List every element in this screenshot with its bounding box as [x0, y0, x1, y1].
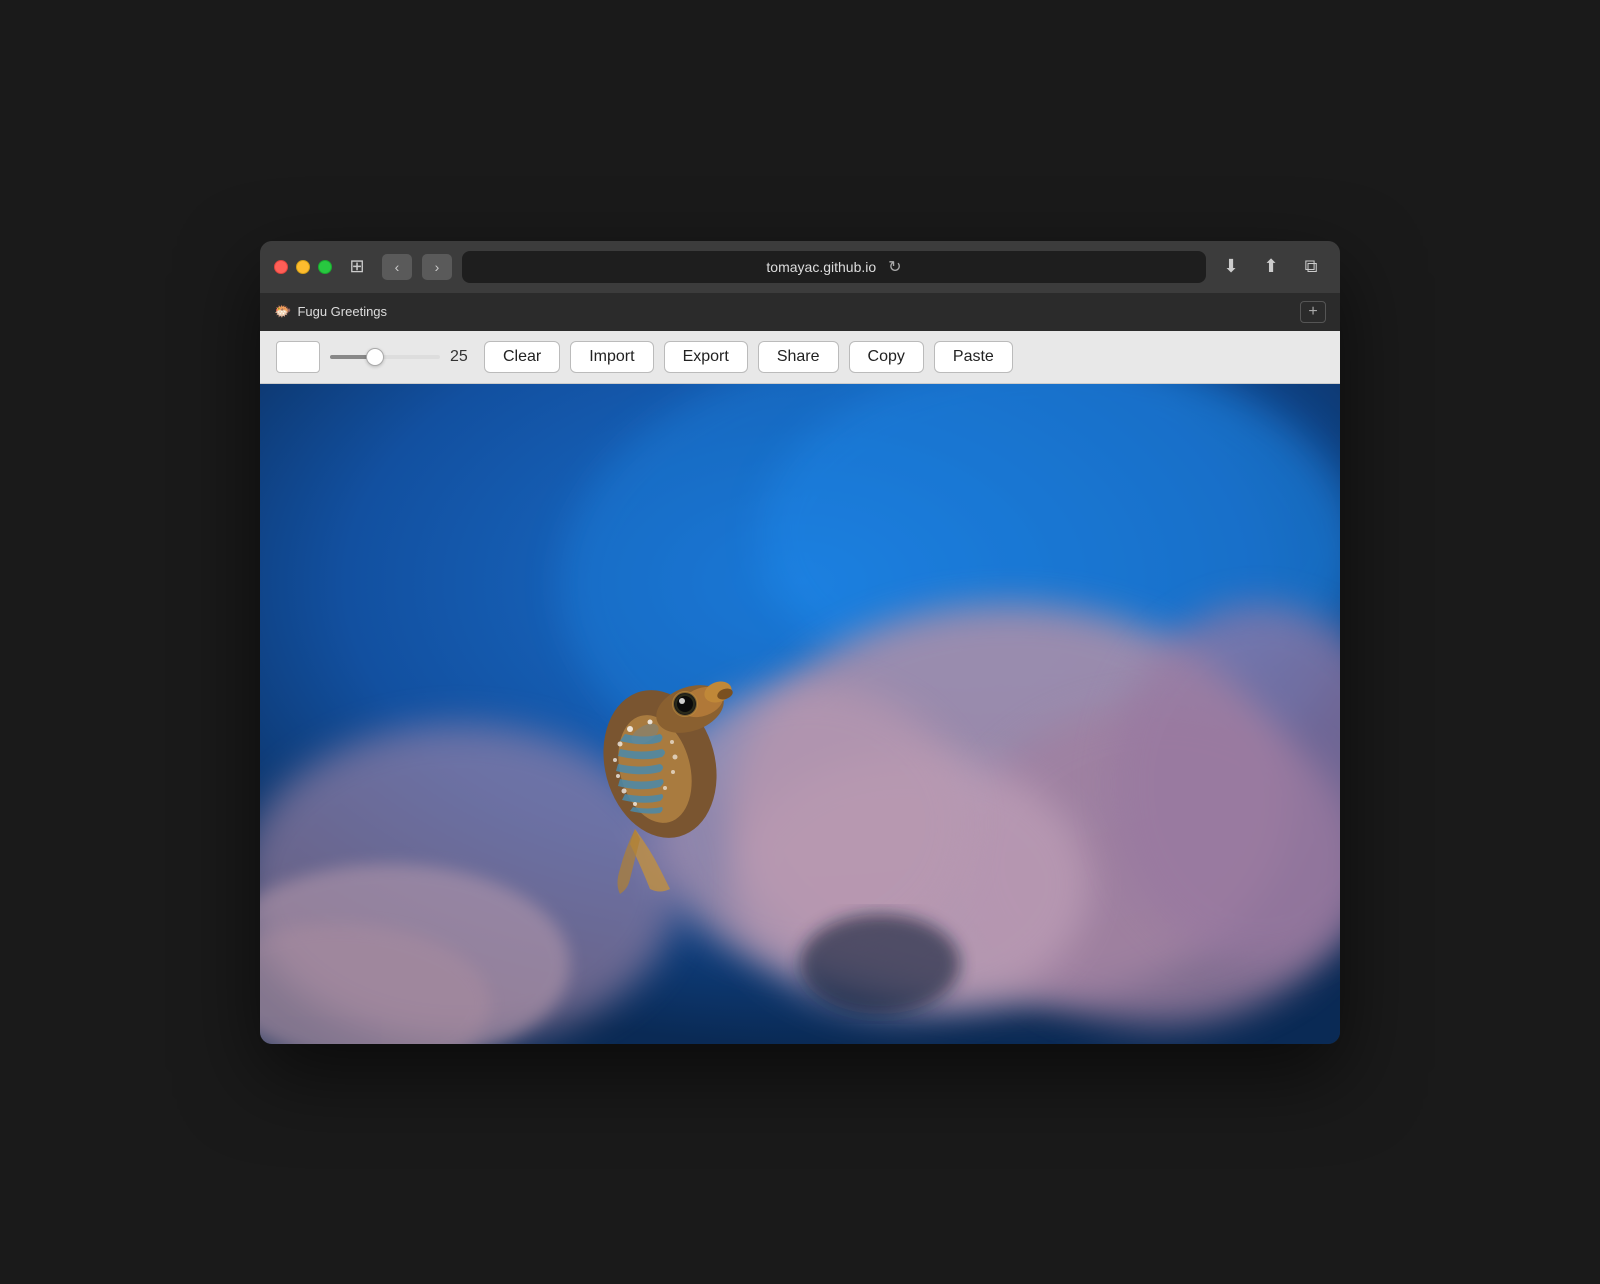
tabs-button[interactable]: ⧉	[1296, 254, 1326, 280]
share-icon: ⬆	[1263, 256, 1278, 277]
color-picker[interactable]	[276, 341, 320, 373]
browser-window: ⊞ ‹ › tomayac.github.io ↻ ⬇ ⬆ ⧉	[260, 241, 1340, 1044]
download-icon: ⬇	[1223, 256, 1238, 277]
brush-size-value: 25	[450, 348, 474, 366]
reload-icon: ↻	[888, 259, 901, 276]
app-toolbar: 25 Clear Import Export Share Copy Paste	[260, 331, 1340, 384]
maximize-button[interactable]	[318, 260, 332, 274]
forward-button[interactable]: ›	[422, 254, 452, 280]
minimize-button[interactable]	[296, 260, 310, 274]
tabs-icon: ⧉	[1305, 256, 1318, 277]
address-bar[interactable]: tomayac.github.io ↻	[462, 251, 1206, 283]
tab-bar: 🐡 Fugu Greetings +	[260, 293, 1340, 331]
back-icon: ‹	[395, 259, 400, 275]
brush-size-slider[interactable]	[330, 355, 440, 359]
share-button[interactable]: ⬆	[1256, 254, 1286, 280]
import-button[interactable]: Import	[570, 341, 653, 373]
clear-button[interactable]: Clear	[484, 341, 560, 373]
sidebar-icon: ⊞	[349, 256, 364, 277]
reload-button[interactable]: ↻	[888, 257, 901, 277]
back-button[interactable]: ‹	[382, 254, 412, 280]
export-button[interactable]: Export	[664, 341, 748, 373]
title-bar: ⊞ ‹ › tomayac.github.io ↻ ⬇ ⬆ ⧉	[260, 241, 1340, 293]
url-text: tomayac.github.io	[766, 259, 876, 275]
drawing-canvas[interactable]	[260, 384, 1340, 1044]
forward-icon: ›	[435, 259, 440, 275]
new-tab-button[interactable]: +	[1300, 301, 1326, 323]
close-button[interactable]	[274, 260, 288, 274]
canvas-area[interactable]	[260, 384, 1340, 1044]
browser-actions: ⬇ ⬆ ⧉	[1216, 254, 1326, 280]
traffic-lights	[274, 260, 332, 274]
tab-emoji: 🐡	[274, 303, 291, 320]
sidebar-toggle-button[interactable]: ⊞	[342, 254, 372, 280]
copy-button[interactable]: Copy	[849, 341, 924, 373]
share-drawing-button[interactable]: Share	[758, 341, 839, 373]
tab-title: Fugu Greetings	[297, 304, 387, 319]
paste-button[interactable]: Paste	[934, 341, 1013, 373]
download-button[interactable]: ⬇	[1216, 254, 1246, 280]
active-tab[interactable]: 🐡 Fugu Greetings	[274, 303, 387, 320]
